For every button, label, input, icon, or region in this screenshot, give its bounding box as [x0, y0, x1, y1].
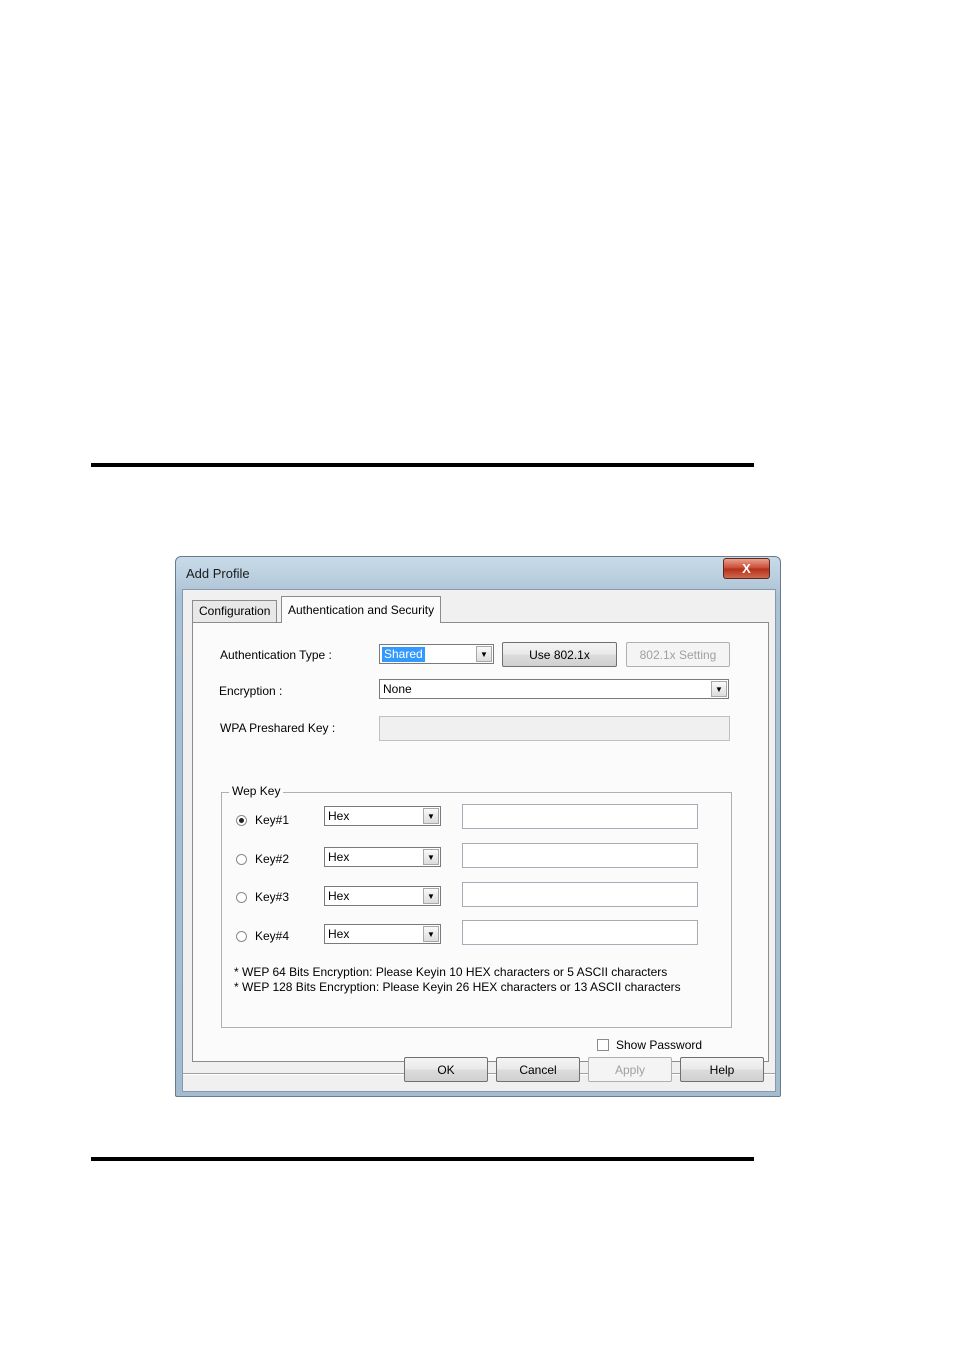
key4-label: Key#4	[255, 929, 290, 943]
key2-format-value: Hex	[328, 850, 350, 864]
encryption-value: None	[383, 682, 412, 696]
key2-label: Key#2	[255, 852, 290, 866]
close-button[interactable]: X	[723, 558, 770, 579]
wpa-key-field[interactable]	[379, 716, 730, 741]
add-profile-dialog: Add Profile X Configuration Authenticati…	[175, 556, 781, 1097]
dropdown-arrow-icon[interactable]: ▼	[423, 849, 439, 865]
dropdown-arrow-icon[interactable]: ▼	[476, 646, 492, 662]
title-bar[interactable]: Add Profile X	[176, 557, 780, 589]
close-icon: X	[742, 561, 751, 576]
auth-type-value: Shared	[382, 647, 425, 662]
key3-label: Key#3	[255, 890, 290, 904]
key2-value-field[interactable]	[462, 843, 698, 868]
key1-label: Key#1	[255, 813, 290, 827]
tab-authentication-security[interactable]: Authentication and Security	[281, 596, 442, 623]
key3-radio[interactable]	[236, 892, 247, 903]
key4-value-field[interactable]	[462, 920, 698, 945]
encryption-label: Encryption :	[219, 684, 283, 698]
key4-format-value: Hex	[328, 927, 350, 941]
use-8021x-button[interactable]: Use 802.1x	[502, 642, 617, 667]
dialog-title: Add Profile	[186, 566, 250, 581]
key2-format-select[interactable]: Hex ▼	[324, 847, 441, 867]
auth-type-select[interactable]: Shared ▼	[379, 644, 494, 664]
dropdown-arrow-icon[interactable]: ▼	[423, 926, 439, 942]
wep128-note: * WEP 128 Bits Encryption: Please Keyin …	[234, 980, 681, 994]
key1-format-value: Hex	[328, 809, 350, 823]
tab-configuration[interactable]: Configuration	[192, 600, 278, 622]
wep64-note: * WEP 64 Bits Encryption: Please Keyin 1…	[234, 965, 668, 979]
key1-radio[interactable]	[236, 815, 247, 826]
dialog-client-area: Configuration Authentication and Securit…	[182, 589, 776, 1092]
key1-format-select[interactable]: Hex ▼	[324, 806, 441, 826]
dropdown-arrow-icon[interactable]: ▼	[423, 808, 439, 824]
key4-format-select[interactable]: Hex ▼	[324, 924, 441, 944]
wep-key-group-label: Wep Key	[229, 784, 284, 798]
cancel-button[interactable]: Cancel	[496, 1057, 580, 1082]
8021x-setting-button[interactable]: 802.1x Setting	[626, 642, 730, 667]
auth-type-label: Authentication Type :	[220, 648, 332, 662]
radio-selected-dot	[239, 818, 244, 823]
encryption-select[interactable]: None ▼	[379, 679, 729, 699]
top-divider-rule	[91, 463, 754, 467]
show-password-label: Show Password	[616, 1038, 703, 1052]
wep-key-group: Wep Key Key#1 Hex ▼ Key#2 Hex ▼ Key#3 He…	[221, 784, 732, 1028]
bottom-divider-rule	[91, 1157, 754, 1161]
help-button[interactable]: Help	[680, 1057, 764, 1082]
wpa-key-label: WPA Preshared Key :	[220, 721, 336, 735]
dropdown-arrow-icon[interactable]: ▼	[423, 888, 439, 904]
ok-button[interactable]: OK	[404, 1057, 488, 1082]
key3-format-value: Hex	[328, 889, 350, 903]
key3-format-select[interactable]: Hex ▼	[324, 886, 441, 906]
key4-radio[interactable]	[236, 931, 247, 942]
apply-button[interactable]: Apply	[588, 1057, 672, 1082]
show-password-checkbox[interactable]	[597, 1039, 609, 1051]
key3-value-field[interactable]	[462, 882, 698, 907]
key1-value-field[interactable]	[462, 804, 698, 829]
key2-radio[interactable]	[236, 854, 247, 865]
dropdown-arrow-icon[interactable]: ▼	[711, 681, 727, 697]
authentication-panel: Authentication Type : Shared ▼ Use 802.1…	[192, 622, 769, 1062]
